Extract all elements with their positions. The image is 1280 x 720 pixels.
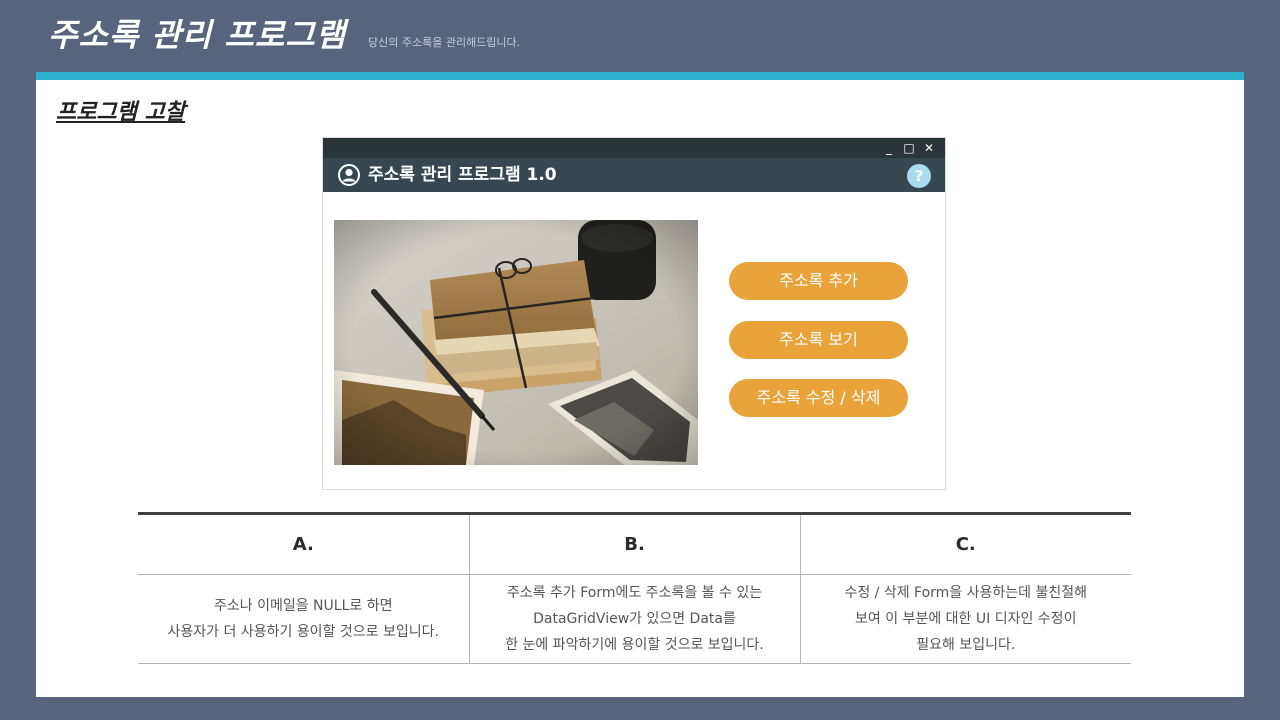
column-header-b: B. bbox=[468, 512, 800, 575]
close-button[interactable]: ✕ bbox=[920, 139, 938, 157]
review-table: A. B. C. 주소나 이메일을 NULL로 하면 사용자가 더 사용하기 용… bbox=[138, 512, 1131, 664]
slide-subtitle: 당신의 주소록을 관리해드립니다. bbox=[368, 36, 521, 49]
view-contacts-button[interactable]: 주소록 보기 bbox=[729, 321, 908, 359]
review-cell-a-line-1: 주소나 이메일을 NULL로 하면 bbox=[214, 598, 393, 614]
add-contact-button[interactable]: 주소록 추가 bbox=[729, 262, 908, 300]
review-cell-a: 주소나 이메일을 NULL로 하면 사용자가 더 사용하기 용이할 것으로 보입… bbox=[138, 574, 469, 664]
review-cell-b-line-1: 주소록 추가 Form에도 주소록을 볼 수 있는 bbox=[506, 585, 763, 601]
review-cell-b-line-2: DataGridView가 있으면 Data를 bbox=[533, 611, 736, 627]
column-header-c: C. bbox=[799, 512, 1131, 575]
review-body-row: 주소나 이메일을 NULL로 하면 사용자가 더 사용하기 용이할 것으로 보입… bbox=[138, 574, 1131, 664]
review-cell-a-line-2: 사용자가 더 사용하기 용이할 것으로 보입니다. bbox=[167, 624, 439, 640]
slide-title: 주소록 관리 프로그램 bbox=[48, 16, 347, 54]
accent-bar bbox=[36, 72, 1244, 80]
column-header-a: A. bbox=[138, 512, 469, 575]
window-titlebar: 주소록 관리 프로그램 1.0 ? bbox=[323, 158, 945, 192]
review-cell-b: 주소록 추가 Form에도 주소록을 볼 수 있는 DataGridView가 … bbox=[468, 574, 800, 664]
window-control-bar: _ □ ✕ bbox=[323, 138, 945, 158]
review-cell-c-line-3: 필요해 보입니다. bbox=[916, 637, 1016, 653]
review-cell-c-line-2: 보여 이 부분에 대한 UI 디자인 수정이 bbox=[855, 611, 1077, 627]
review-cell-c-line-1: 수정 / 삭제 Form을 사용하는데 불친절해 bbox=[844, 585, 1088, 601]
content-panel: 프로그램 고찰 _ □ ✕ 주소록 관리 프로그램 1.0 ? 주소록 추가 주… bbox=[36, 80, 1244, 697]
slide-header: 주소록 관리 프로그램 당신의 주소록을 관리해드립니다. bbox=[0, 0, 1280, 72]
help-button[interactable]: ? bbox=[907, 164, 931, 188]
edit-delete-contact-button[interactable]: 주소록 수정 / 삭제 bbox=[729, 379, 908, 417]
app-window-screenshot: _ □ ✕ 주소록 관리 프로그램 1.0 ? 주소록 추가 주소록 보기 주소… bbox=[322, 137, 946, 490]
review-header-row: A. B. C. bbox=[138, 512, 1131, 575]
letters-photo bbox=[334, 220, 698, 465]
app-title: 주소록 관리 프로그램 1.0 bbox=[368, 165, 557, 185]
maximize-button[interactable]: □ bbox=[900, 139, 918, 157]
user-icon bbox=[338, 164, 360, 186]
section-heading: 프로그램 고찰 bbox=[56, 100, 186, 125]
review-cell-b-line-3: 한 눈에 파악하기에 용이할 것으로 보입니다. bbox=[505, 637, 764, 653]
minimize-button[interactable]: _ bbox=[880, 139, 898, 157]
review-cell-c: 수정 / 삭제 Form을 사용하는데 불친절해 보여 이 부분에 대한 UI … bbox=[799, 574, 1131, 664]
